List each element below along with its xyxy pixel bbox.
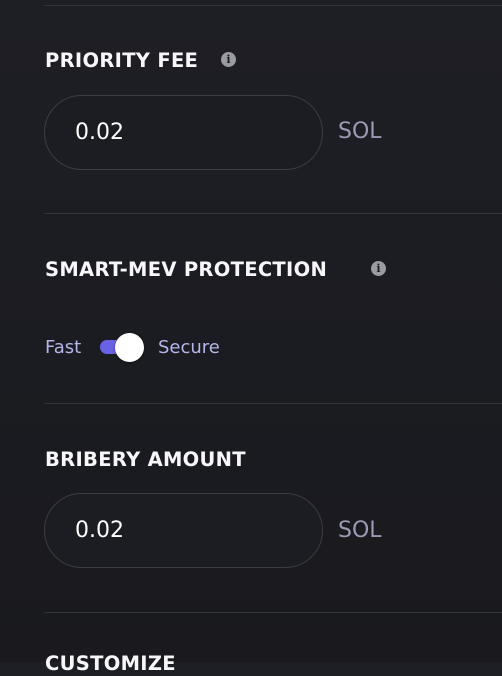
bribery-amount-title: BRIBERY AMOUNT [45, 448, 246, 471]
priority-fee-input[interactable] [44, 95, 323, 170]
mev-protection-toggle[interactable] [100, 333, 144, 362]
priority-fee-unit: SOL [338, 119, 382, 144]
customize-title: CUSTOMIZE [45, 652, 176, 675]
toggle-label-fast[interactable]: Fast [45, 337, 81, 359]
section-divider-1 [44, 213, 502, 214]
priority-fee-info-icon[interactable]: i [221, 52, 236, 67]
smart-mev-info-icon[interactable]: i [371, 261, 386, 276]
bribery-amount-unit: SOL [338, 518, 382, 543]
section-divider-2 [44, 403, 502, 404]
toggle-label-secure[interactable]: Secure [158, 337, 220, 359]
section-divider-3 [44, 612, 502, 613]
smart-mev-title: SMART-MEV PROTECTION [45, 258, 328, 281]
bribery-amount-input[interactable] [44, 493, 323, 568]
toggle-knob[interactable] [115, 333, 144, 362]
priority-fee-title: PRIORITY FEE [45, 49, 199, 72]
top-divider [44, 5, 502, 6]
